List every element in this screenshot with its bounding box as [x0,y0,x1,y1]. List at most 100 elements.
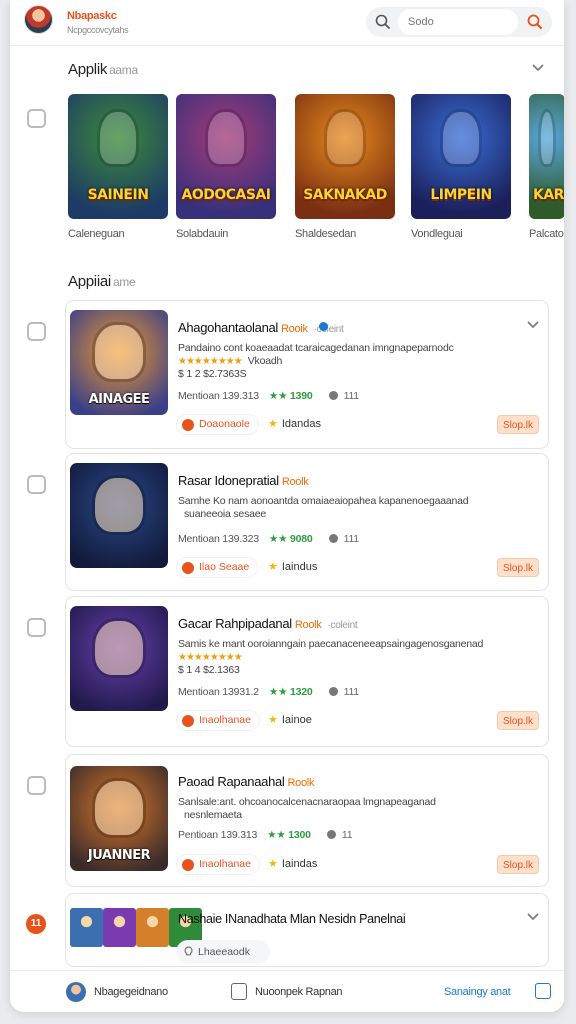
app-description-line: Sanlsale:ant. ohcoanocalcenacnaraopaa lm… [178,796,436,808]
install-button[interactable]: Slop.lk [497,711,539,730]
select-app-checkbox[interactable] [27,475,46,494]
app-title[interactable]: Gacar Rahpipadanal Roolk ·coleint [178,616,358,631]
app-description-line: Samhe Ko nam aonoantda omaiaeaiopahea ka… [178,495,469,507]
app-price-line: $ 1 4 $2.1363 [178,664,240,676]
app-thumbnail[interactable]: AINAGEE [70,310,168,415]
featured-app-title: AODOCASAI [181,187,272,203]
featured-app-title: SAINEIN [87,187,149,203]
install-button[interactable]: Slop.lk [497,415,539,434]
app-action-pill[interactable]: Inaolhanae [176,854,260,875]
select-app-checkbox[interactable] [27,618,46,637]
rating-stars: ★★★★★★★★ [178,356,243,367]
document-icon[interactable] [231,983,247,1000]
app-thumbnail-title: AINAGEE [88,392,150,407]
featured-app-tile[interactable]: SAKNAKAD [295,94,395,219]
select-app-checkbox[interactable] [27,322,46,341]
app-download-value: 111 [343,533,360,545]
favorite-toggle[interactable]: ★ Idandas [268,417,321,430]
app-meta: Mentioan 13931.2 ★★ 1320 111 [178,686,359,698]
featured-app-tile[interactable]: LIMPEIN [411,94,511,219]
favorite-toggle[interactable]: ★ Iainoe [268,713,312,726]
chevron-down-icon[interactable] [526,910,540,924]
favorite-toggle[interactable]: ★ Iaindas [268,857,317,870]
app-action-pill[interactable]: Ilao Seaae [176,557,259,578]
app-download-value: 11 [341,829,353,841]
search-submit-icon[interactable] [526,13,544,31]
app-description-line: suaneeoia sesaee [178,508,518,521]
star-icon: ★ [268,714,278,726]
brand-subtitle: Ncpgccovcytahs [67,25,129,35]
bundle-badge[interactable]: 11 [26,914,46,934]
app-card[interactable]: JUANNER Paoad Rapanaahal Roolk Sanlsale:ant… [65,754,549,887]
app-card[interactable]: Rasar Idonepratial Roolk Samhe Ko nam aono… [65,453,549,591]
app-card[interactable]: Gacar Rahpipadanal Roolk ·coleint Samis ke … [65,596,549,747]
search-icon[interactable] [374,13,392,31]
app-action-label: Ilao Seaae [199,561,250,573]
select-app-checkbox[interactable] [27,776,46,795]
app-description-line: ★★★★★★★★ Vkoadh [178,355,518,368]
app-mention-count: Mentioan 139.323 [178,533,259,545]
install-button[interactable]: Slop.lk [497,558,539,577]
search-bar[interactable] [366,7,552,37]
app-description: Sanlsale:ant. ohcoanocalcenacnaraopaa lm… [178,796,518,822]
app-title[interactable]: Rasar Idonepratial Roolk [178,473,309,488]
footer-settings-link[interactable]: Sanaingy anat [444,986,511,998]
brand-name: Nbapaskc [67,10,117,22]
favorite-label: Idandas [281,418,322,430]
avatar[interactable] [24,5,53,34]
select-featured-checkbox[interactable] [27,109,46,128]
app-download-value: 111 [343,686,360,698]
footer-user[interactable]: Nbagegeidnano [94,986,168,998]
app-description-suffix: nesnlemaeta [184,809,242,821]
featured-app-label[interactable]: Palcato [529,228,564,240]
app-thumbnail[interactable]: JUANNER [70,766,168,871]
app-card[interactable]: AINAGEE Ahagohantaolanal Rooik ·coleint Pand… [65,300,549,449]
featured-app-label[interactable]: Vondleguai [411,228,463,240]
search-input[interactable] [398,9,518,35]
app-name: Paoad Rapanaahal [178,774,285,789]
bottom-bar: Nbagegeidnano Nuoonpek Rapnan Sanaingy a… [10,970,564,1012]
bundle-app-thumbnail[interactable] [103,908,136,947]
app-name: Rasar Idonepratial [178,473,279,488]
app-title[interactable]: Paoad Rapanaahal Roolk [178,774,314,789]
app-action-pill[interactable]: Doaonaole [176,414,259,435]
featured-app-label[interactable]: Caleneguan [68,228,125,240]
app-thumbnail[interactable] [70,463,168,568]
app-tag: Roolk [287,777,315,789]
app-thumbnail[interactable] [70,606,168,711]
favorite-toggle[interactable]: ★ Iaindus [268,560,317,573]
external-link-icon[interactable] [535,983,551,999]
app-mention-count: Mentioan 13931.2 [178,686,259,698]
featured-app-label[interactable]: Shaldesedan [295,228,356,240]
bundle-pill-label: Lhaeeaodk [198,946,250,958]
app-action-label: Inaolhanae [199,714,251,726]
bundle-action-pill[interactable]: Lhaeeaodk [176,940,270,964]
featured-app-tile[interactable]: SAINEIN [68,94,168,219]
user-avatar[interactable] [66,982,86,1002]
character-figure [95,324,143,380]
footer-report-link[interactable]: Nuoonpek Rapnan [255,986,343,998]
app-action-pill[interactable]: Inaolhanae [176,710,260,731]
download-icon [328,687,338,696]
bundle-app-thumbnail[interactable] [70,908,103,947]
featured-app-tile[interactable]: KAR [529,94,564,219]
chevron-down-icon[interactable] [531,61,545,75]
chevron-down-icon[interactable] [526,318,540,332]
app-mention-count: Pentioan 139.313 [178,829,258,841]
apps-section-title: Appiiai ame [68,273,136,290]
favorite-label: Iaindas [281,858,318,870]
character-figure [443,111,479,164]
star-icon: ★ [268,858,278,870]
verified-icon [319,322,328,331]
app-tag: Rooik [281,323,308,335]
install-button[interactable]: Slop.lk [497,855,539,874]
app-tag: Roolk [281,476,309,488]
status-dot-icon [182,419,194,431]
featured-app-tile[interactable]: AODOCASAI [176,94,276,219]
bundle-card[interactable]: Nashaie INanadhata Mlan Nesidn Panelnai … [65,893,549,967]
apps-title-muted: ame [112,275,136,289]
app-description-line: ★★★★★★★★ [178,651,518,664]
bundle-app-thumbnail[interactable] [136,908,169,947]
character-figure [327,111,363,164]
featured-app-label[interactable]: Solabdauin [176,228,228,240]
